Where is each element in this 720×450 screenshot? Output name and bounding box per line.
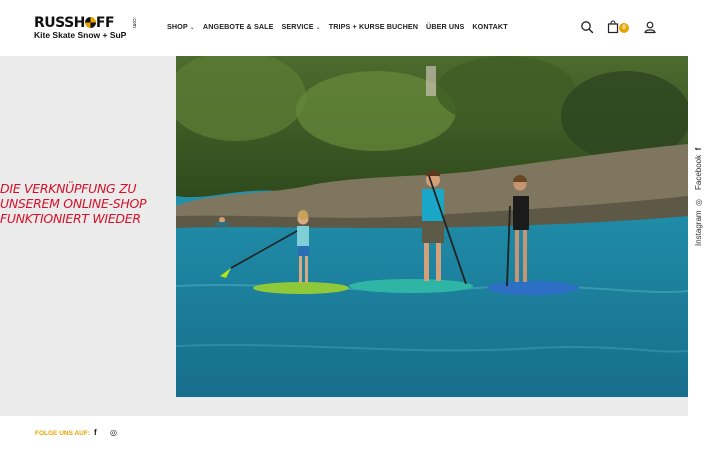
- follow-us-label: FOLGE UNS AUF:: [35, 430, 91, 437]
- instagram-icon[interactable]: ◎: [110, 428, 117, 437]
- instagram-icon: ◎: [694, 198, 703, 206]
- social-rail: Facebook f Instagram ◎: [688, 56, 720, 416]
- cart-icon[interactable]: [606, 20, 620, 34]
- hero-photo: [176, 56, 688, 397]
- chevron-down-icon: ⌄: [189, 25, 195, 31]
- hero-message: DIE VERKNÜPFUNG ZU UNSEREM ONLINE-SHOP F…: [0, 181, 147, 226]
- site-header: RUSSH FF Kite Skate Snow + SuP .com SHOP ⌄…: [0, 0, 720, 56]
- hero-section: DIE VERKNÜPFUNG ZU UNSEREM ONLINE-SHOP F…: [0, 56, 720, 416]
- russhoff-logo[interactable]: RUSSH FF Kite Skate Snow + SuP .com: [34, 15, 137, 42]
- chevron-down-icon: ⌄: [315, 25, 321, 31]
- facebook-icon: f: [694, 147, 703, 151]
- facebook-icon[interactable]: f: [94, 428, 97, 437]
- nav-item-about[interactable]: ÜBER UNS: [426, 22, 464, 31]
- site-footer: FOLGE UNS AUF: f ◎: [0, 416, 720, 450]
- logo-domain: .com: [131, 17, 137, 28]
- nav-item-contact[interactable]: KONTAKT: [472, 22, 507, 31]
- facebook-link[interactable]: Facebook f: [694, 148, 703, 190]
- user-icon[interactable]: [643, 20, 657, 34]
- logo-tagline: Kite Skate Snow + SuP: [34, 30, 127, 40]
- nav-item-trips[interactable]: TRIPS + KURSE BUCHEN: [329, 22, 418, 31]
- instagram-link[interactable]: Instagram ◎: [694, 199, 703, 246]
- nav-item-service[interactable]: SERVICE ⌄: [282, 22, 321, 31]
- sup-paddlers-photo: [176, 56, 688, 397]
- cart-count-badge: 0: [619, 23, 629, 33]
- logo-wordmark: RUSSH FF: [34, 15, 115, 31]
- nav-item-sale[interactable]: ANGEBOTE & SALE: [203, 22, 274, 31]
- search-icon[interactable]: [580, 20, 594, 34]
- main-nav: SHOP ⌄ ANGEBOTE & SALE SERVICE ⌄ TRIPS + K…: [167, 22, 516, 31]
- nav-item-shop[interactable]: SHOP ⌄: [167, 22, 195, 31]
